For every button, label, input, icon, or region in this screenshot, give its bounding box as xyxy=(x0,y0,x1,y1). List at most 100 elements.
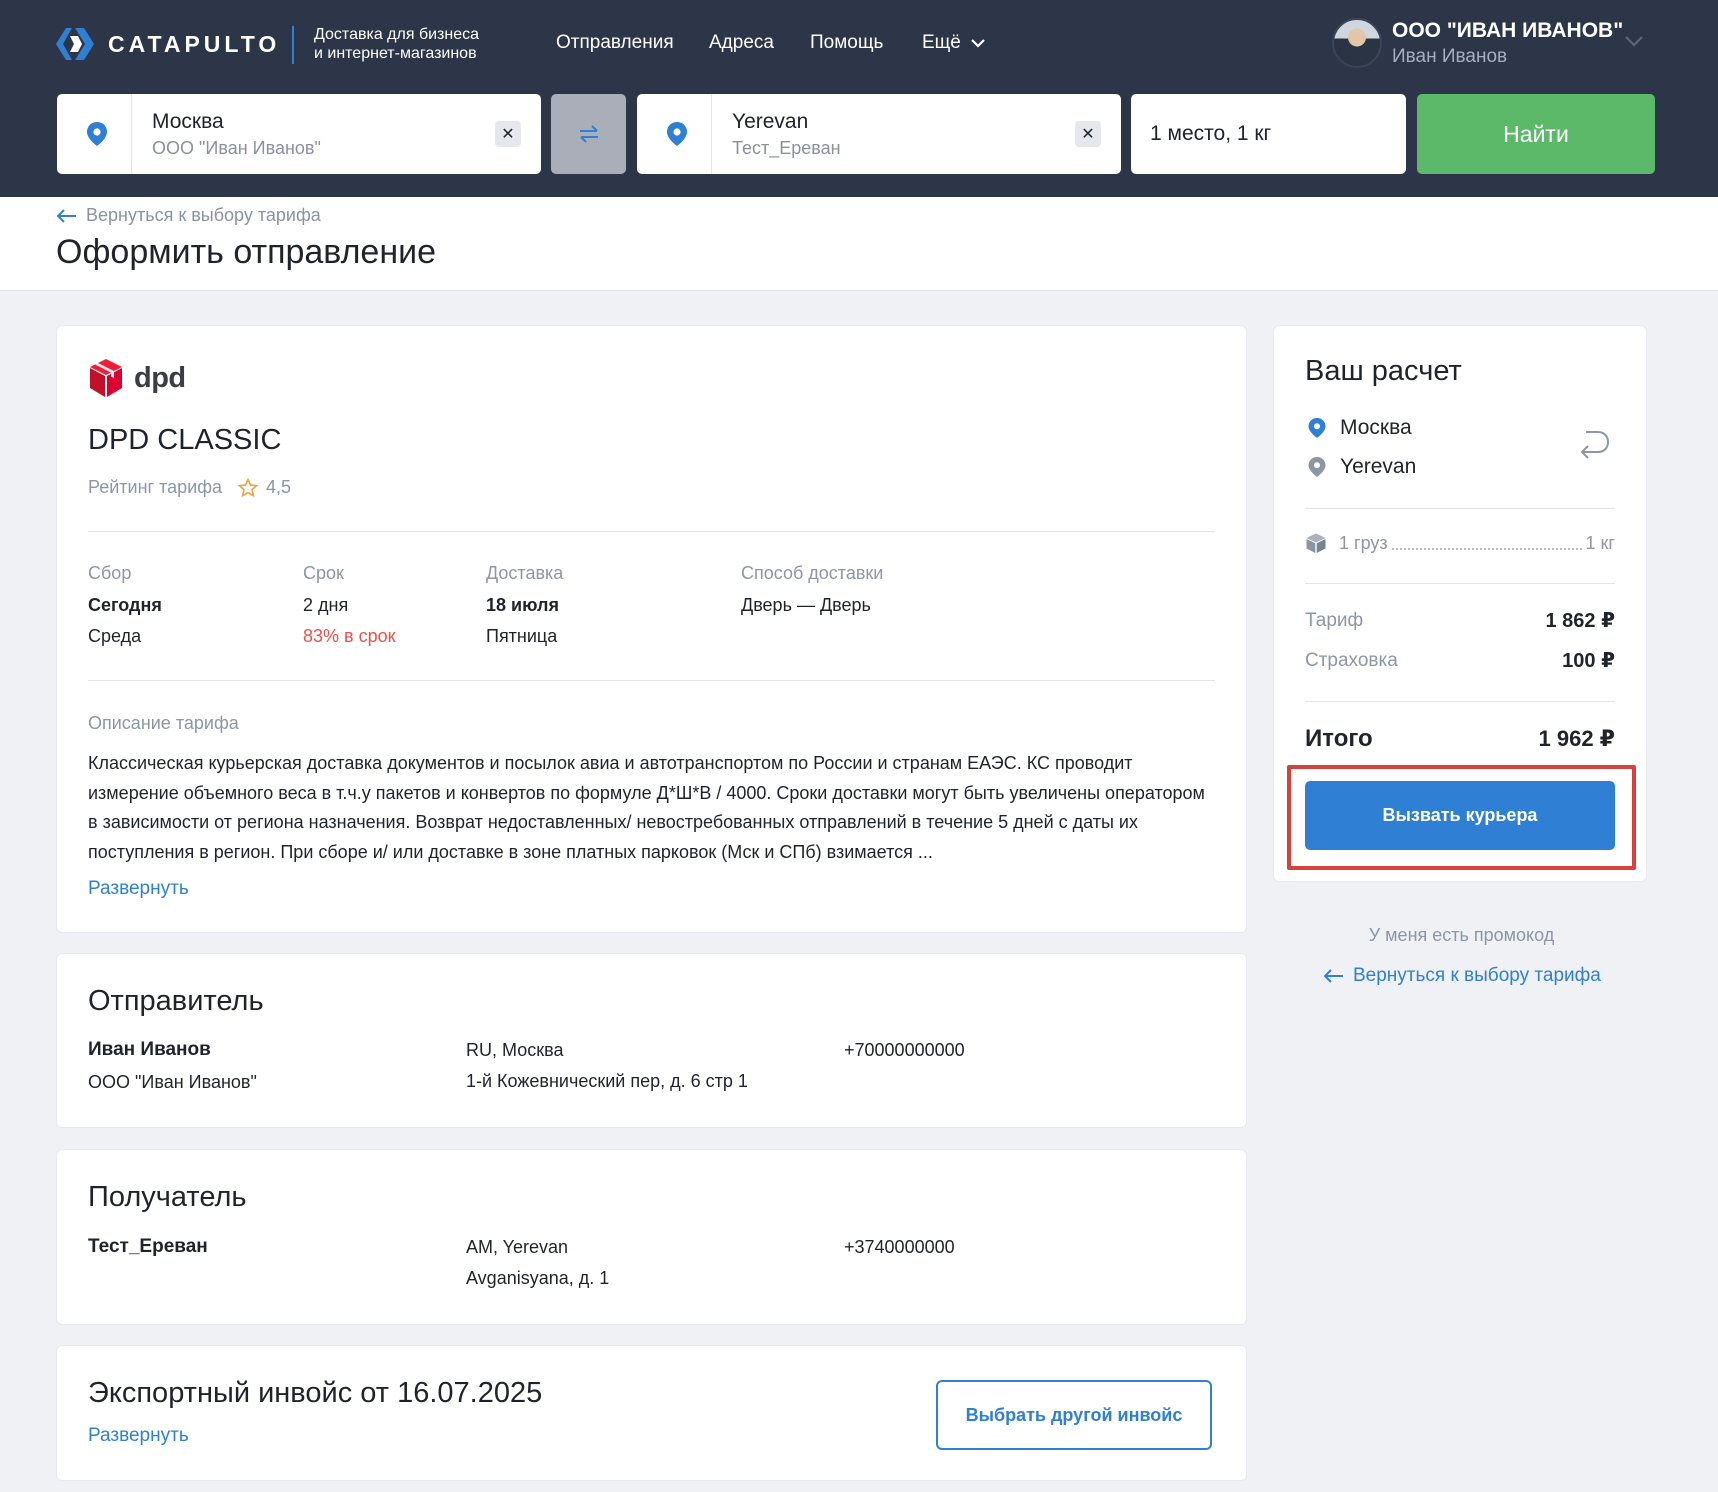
back-to-tariffs-link[interactable]: Вернуться к выбору тарифа xyxy=(57,205,321,226)
location-pin-icon xyxy=(1308,457,1326,477)
delivery-day: Пятница xyxy=(486,626,558,646)
account-company[interactable]: ООО "ИВАН ИВАНОВ" xyxy=(1392,19,1623,43)
rating-value: 4,5 xyxy=(266,477,292,497)
tagline-line-2: и интернет-магазинов xyxy=(314,45,477,62)
arrow-left-icon xyxy=(57,208,76,223)
calc-tariff-row: Тариф 1 862 ₽ xyxy=(1305,608,1615,633)
nav-addresses[interactable]: Адреса xyxy=(709,32,774,54)
method-label: Способ доставки xyxy=(741,563,884,583)
field-divider xyxy=(131,94,132,174)
recipient-name: Тест_Ереван xyxy=(88,1236,208,1257)
sender-card xyxy=(56,953,1247,1128)
close-icon: ✕ xyxy=(1081,126,1095,143)
location-pin-icon xyxy=(667,122,687,146)
calc-total-label: Итого xyxy=(1305,725,1373,752)
tagline-line-1: Доставка для бизнеса xyxy=(314,26,480,43)
cargo-field[interactable]: 1 место, 1 кг xyxy=(1131,94,1406,174)
choose-invoice-button[interactable]: Выбрать другой инвойс xyxy=(936,1380,1212,1450)
divider xyxy=(1305,583,1615,584)
from-city: Москва xyxy=(152,110,224,133)
find-button[interactable]: Найти xyxy=(1417,94,1655,174)
dpd-logo: dpd xyxy=(88,358,186,398)
nav-more[interactable]: Ещё xyxy=(922,32,985,54)
to-city: Yerevan xyxy=(732,110,809,133)
calc-from-city: Москва xyxy=(1340,416,1412,439)
chevron-down-icon xyxy=(971,38,985,48)
from-field[interactable]: Москва ООО "Иван Иванов" ✕ xyxy=(57,94,541,174)
tariff-description: Классическая курьерская доставка докумен… xyxy=(88,753,1205,862)
tariff-name: DPD CLASSIC xyxy=(88,424,282,456)
method-value: Дверь — Дверь xyxy=(741,595,871,615)
delivery-label: Доставка xyxy=(486,563,564,583)
divider xyxy=(88,680,1215,681)
back-to-tariffs-label: Вернуться к выбору тарифа xyxy=(1353,965,1601,986)
swap-directions-button[interactable] xyxy=(551,94,626,174)
sender-title: Отправитель xyxy=(88,985,264,1017)
avatar[interactable] xyxy=(1332,18,1382,68)
calc-tariff-label: Тариф xyxy=(1305,609,1364,631)
route-return-icon xyxy=(1580,431,1610,459)
sender-org: ООО "Иван Иванов" xyxy=(88,1072,257,1092)
calc-insurance-value: 100 ₽ xyxy=(1562,650,1615,672)
close-icon: ✕ xyxy=(501,126,515,143)
calc-cargo-weight: 1 кг xyxy=(1585,532,1615,553)
to-field[interactable]: Yerevan Тест_Ереван ✕ xyxy=(637,94,1121,174)
carrier-name: dpd xyxy=(134,361,186,394)
sender-address: 1-й Кожевнический пер, д. 6 стр 1 xyxy=(466,1071,748,1091)
divider xyxy=(1305,701,1615,702)
invoice-title: Экспортный инвойс от 16.07.2025 xyxy=(88,1377,543,1409)
expand-invoice-link[interactable]: Развернуть xyxy=(88,1425,189,1447)
sender-name: Иван Иванов xyxy=(88,1039,211,1060)
field-divider xyxy=(711,94,712,174)
arrow-left-icon xyxy=(1324,969,1343,983)
calc-total-value: 1 962 ₽ xyxy=(1538,726,1615,751)
description-label: Описание тарифа xyxy=(88,713,239,733)
clear-to-button[interactable]: ✕ xyxy=(1075,121,1101,147)
box-icon xyxy=(1306,533,1326,553)
catapulto-logo[interactable]: CATAPULTO xyxy=(54,26,280,62)
nav-help[interactable]: Помощь xyxy=(810,32,883,54)
highlight-frame xyxy=(1287,765,1636,870)
recipient-address: Avganisyana, д. 1 xyxy=(466,1268,610,1288)
nav-more-label: Ещё xyxy=(922,32,961,53)
clear-from-button[interactable]: ✕ xyxy=(495,121,521,147)
divider xyxy=(88,531,1215,532)
calc-insurance-label: Страховка xyxy=(1305,649,1398,671)
account-user[interactable]: Иван Иванов xyxy=(1392,46,1507,68)
sender-location: RU, Москва xyxy=(466,1040,564,1060)
page-title: Оформить отправление xyxy=(56,233,437,271)
swap-arrows-icon xyxy=(579,125,598,143)
recipient-card xyxy=(56,1149,1247,1325)
tagline: Доставка для бизнеса и интернет-магазино… xyxy=(314,25,514,63)
recipient-title: Получатель xyxy=(88,1181,247,1213)
to-org: Тест_Ереван xyxy=(732,138,841,158)
back-to-tariffs-link-bottom[interactable]: Вернуться к выбору тарифа xyxy=(1324,965,1601,987)
calc-title: Ваш расчет xyxy=(1305,355,1462,387)
location-pin-icon xyxy=(1308,418,1326,438)
recipient-location: AM, Yerevan xyxy=(466,1237,569,1257)
on-time-rate: 83% в срок xyxy=(303,626,396,646)
star-icon xyxy=(238,477,259,497)
dotted-leader xyxy=(1391,548,1582,550)
nav-shipments[interactable]: Отправления xyxy=(556,32,674,54)
from-org: ООО "Иван Иванов" xyxy=(152,138,321,158)
dpd-cube-icon xyxy=(90,359,122,397)
recipient-phone: +3740000000 xyxy=(844,1237,955,1257)
calc-tariff-value: 1 862 ₽ xyxy=(1545,610,1615,632)
promo-code-link[interactable]: У меня есть промокод xyxy=(1287,925,1636,946)
location-pin-icon xyxy=(87,122,107,146)
calc-cargo-row: 1 груз 1 кг xyxy=(1305,532,1615,554)
account-chevron-down-icon[interactable] xyxy=(1624,34,1644,48)
calc-insurance-row: Страховка 100 ₽ xyxy=(1305,648,1615,673)
expand-description-link[interactable]: Развернуть xyxy=(88,878,189,900)
rating-label: Рейтинг тарифа xyxy=(88,477,223,497)
calc-cargo-label: 1 груз xyxy=(1339,532,1388,553)
tariff-rating: Рейтинг тарифа 4,5 xyxy=(88,477,291,498)
calc-total-row: Итого 1 962 ₽ xyxy=(1305,725,1615,753)
pickup-day: Среда xyxy=(88,626,142,646)
back-to-tariffs-label: Вернуться к выбору тарифа xyxy=(86,205,321,225)
delivery-date: 18 июля xyxy=(486,595,559,615)
term-value: 2 дня xyxy=(303,595,349,615)
sender-phone: +70000000000 xyxy=(844,1040,965,1060)
pickup-label: Сбор xyxy=(88,563,132,583)
